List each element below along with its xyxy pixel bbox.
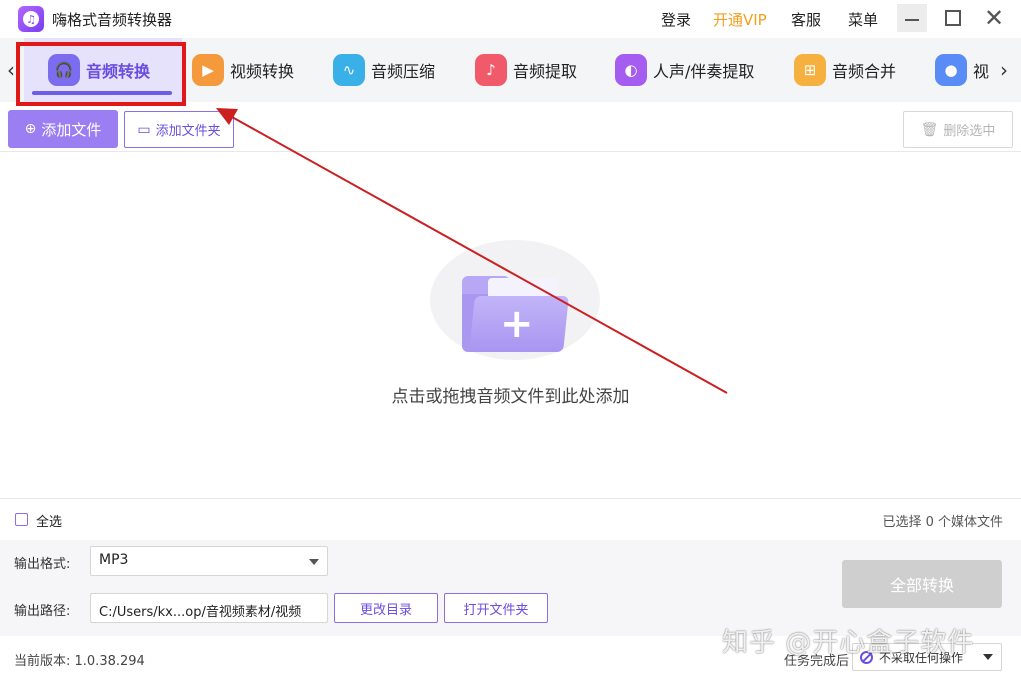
add-file-label: 添加文件	[41, 120, 102, 139]
tab-video-convert[interactable]: ▶ 视频转换	[192, 38, 294, 102]
waveform-icon: ∿	[333, 54, 365, 86]
microphone-icon: ♪	[475, 54, 507, 86]
tabs-scroll-right-icon[interactable]: ›	[1000, 58, 1008, 82]
menu-link[interactable]: 菜单	[848, 9, 878, 30]
tab-video-more[interactable]: ● 视	[935, 38, 989, 102]
trash-icon: 🗑	[920, 121, 939, 138]
minimize-button[interactable]	[897, 4, 927, 32]
tab-label: 音频转换	[86, 62, 151, 81]
tab-audio-compress[interactable]: ∿ 音频压缩	[333, 38, 435, 102]
plus-icon: +	[500, 301, 534, 347]
tab-label: 人声/伴奏提取	[653, 62, 755, 81]
title-bar: ♫ 嗨格式音频转换器 登录 开通VIP 客服 菜单 ✕	[0, 0, 1021, 38]
output-path-label: 输出路径:	[14, 604, 71, 619]
plus-circle-icon: ⊕	[24, 121, 37, 137]
change-directory-button[interactable]: 更改目录	[334, 593, 438, 623]
chevron-down-icon	[309, 559, 319, 565]
add-folder-button[interactable]: ▭ 添加文件夹	[124, 111, 234, 148]
voice-split-icon: ◐	[615, 54, 647, 86]
open-folder-button[interactable]: 打开文件夹	[444, 593, 548, 623]
after-task-value: 不采取任何操作	[879, 651, 964, 665]
tab-audio-extract[interactable]: ♪ 音频提取	[475, 38, 577, 102]
video-camera-icon: ▶	[192, 54, 224, 86]
support-link[interactable]: 客服	[791, 9, 821, 30]
tab-label: 音频压缩	[371, 62, 436, 81]
active-tab-indicator	[32, 91, 172, 95]
close-button[interactable]: ✕	[979, 4, 1009, 32]
close-icon: ✕	[983, 4, 1005, 32]
minimize-icon	[905, 19, 919, 21]
add-folder-illustration-icon[interactable]: +	[462, 276, 570, 354]
output-path-field[interactable]: C:/Users/kx...op/音视频素材/视频	[90, 593, 328, 623]
delete-selected-button[interactable]: 🗑 删除选中	[903, 111, 1013, 148]
selected-count-text: 已选择 0 个媒体文件	[882, 515, 1003, 530]
app-title: 嗨格式音频转换器	[52, 11, 173, 29]
maximize-button[interactable]	[938, 4, 968, 32]
output-format-select[interactable]: MP3	[90, 546, 328, 576]
chevron-down-icon	[983, 654, 993, 660]
tabs-scroll-left-icon[interactable]: ‹	[7, 58, 15, 82]
select-all-checkbox[interactable]	[15, 513, 28, 526]
add-file-button[interactable]: ⊕ 添加文件	[8, 110, 118, 148]
tab-label: 音频合并	[832, 62, 897, 81]
tab-label: 音频提取	[513, 62, 578, 81]
login-link[interactable]: 登录	[661, 9, 691, 30]
app-logo-icon: ♫	[18, 6, 44, 32]
tab-vocal-extract[interactable]: ◐ 人声/伴奏提取	[615, 38, 754, 102]
output-format-label: 输出格式:	[14, 557, 71, 572]
selection-row	[0, 500, 1021, 540]
tab-audio-merge[interactable]: ⊞ 音频合并	[794, 38, 896, 102]
add-folder-label: 添加文件夹	[155, 124, 221, 139]
delete-selected-label: 删除选中	[943, 124, 996, 139]
maximize-icon	[945, 10, 961, 26]
list-divider	[0, 498, 1021, 499]
after-task-select[interactable]: 不采取任何操作	[852, 643, 1002, 671]
version-text: 当前版本: 1.0.38.294	[14, 654, 145, 669]
headphones-icon: 🎧	[48, 54, 80, 86]
no-action-icon	[860, 651, 873, 664]
convert-all-button[interactable]: 全部转换	[842, 560, 1002, 608]
after-task-label: 任务完成后	[784, 654, 850, 669]
vip-link[interactable]: 开通VIP	[713, 9, 767, 30]
output-format-value: MP3	[99, 552, 129, 568]
folder-icon: ▭	[137, 121, 151, 138]
select-all-label[interactable]: 全选	[36, 511, 62, 530]
video-droplet-icon: ●	[935, 54, 967, 86]
drop-hint-text: 点击或拖拽音频文件到此处添加	[391, 387, 630, 407]
tab-label: 视	[973, 62, 990, 81]
tab-label: 视频转换	[230, 62, 295, 81]
merge-icon: ⊞	[794, 54, 826, 86]
